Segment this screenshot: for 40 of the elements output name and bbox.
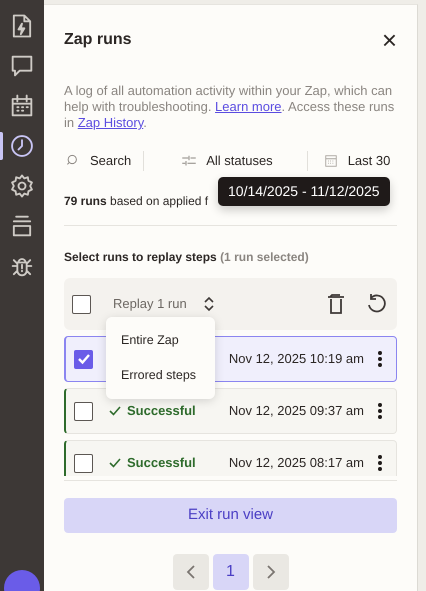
panel-title: Zap runs (64, 30, 132, 50)
run-summary: 79 runs based on applied f (64, 193, 208, 210)
settings-icon[interactable] (8, 172, 36, 200)
run-row[interactable]: Successful Nov 12, 2025 08:17 am (64, 440, 397, 476)
check-icon (109, 406, 121, 416)
previous-page-button[interactable] (172, 554, 208, 590)
run-status: Successful (127, 454, 196, 472)
kebab-menu-icon (378, 402, 382, 419)
status-filter[interactable]: All statuses (180, 151, 273, 171)
undo-icon[interactable] (365, 293, 387, 315)
clock-icon[interactable] (8, 132, 36, 160)
select-heading: Select runs to replay steps (1 run selected) (64, 249, 310, 266)
run-date: Nov 12, 2025 08:17 am (228, 454, 364, 472)
close-button[interactable]: × (382, 27, 397, 53)
run-checkbox[interactable] (74, 454, 93, 472)
search-filter[interactable]: Search (64, 151, 132, 171)
page-button[interactable]: 1 (212, 554, 248, 590)
kebab-menu-icon (378, 454, 382, 471)
trash-icon[interactable] (325, 293, 347, 315)
next-page-button[interactable] (252, 554, 288, 590)
chevron-updown-icon (202, 296, 215, 312)
description: A log of all automation activity within your Zap, which can help with troubleshooting. Learn more. Access these runs in Zap History. (64, 83, 396, 131)
exit-run-view-button[interactable]: Exit run view (64, 498, 397, 533)
date-filter[interactable]: Last 30 (322, 151, 390, 171)
link[interactable]: Zap History (78, 115, 144, 130)
chevron-right-icon (266, 564, 276, 580)
run-checkbox[interactable] (74, 402, 93, 420)
link[interactable]: Learn more (215, 99, 282, 114)
run-date: Nov 12, 2025 09:37 am (228, 402, 364, 420)
run-status: Successful (127, 402, 196, 420)
run-row[interactable]: Successful Nov 12, 2025 09:37 am (64, 388, 397, 434)
replay-dropdown[interactable]: Replay 1 run (113, 294, 215, 314)
select-all-checkbox[interactable] (72, 294, 91, 314)
checkmark-icon (76, 352, 90, 366)
kebab-menu-icon (378, 350, 382, 367)
check-icon (109, 458, 121, 468)
date-range-tooltip: 10/14/2025 - 11/12/2025 (218, 177, 390, 206)
run-date: Nov 12, 2025 10:19 am (228, 350, 364, 368)
run-checkbox[interactable] (74, 350, 93, 368)
chevron-left-icon (186, 564, 196, 580)
